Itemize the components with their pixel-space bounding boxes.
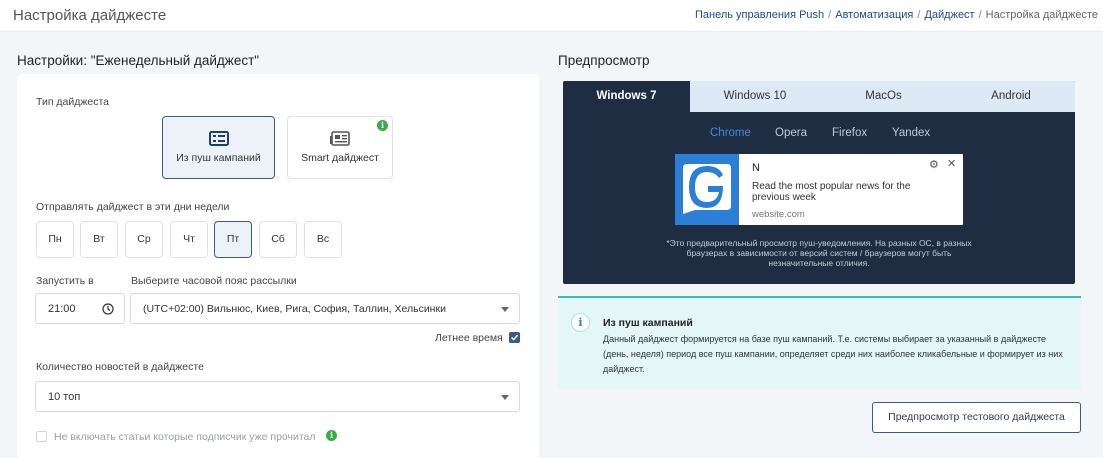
day-button-tue[interactable]: Вт (80, 221, 118, 258)
digest-type-label-push: Из пуш кампаний (176, 152, 261, 164)
newspaper-icon (330, 131, 350, 146)
settings-card: Тип дайджеста Из пуш кампаний Smart дайд… (17, 74, 539, 458)
notification-site: website.com (752, 209, 805, 220)
digest-type-label: Тип дайджеста (36, 96, 110, 108)
breadcrumb-item-dashboard[interactable]: Панель управления Push (695, 9, 824, 21)
list-icon (208, 131, 229, 146)
day-button-thu[interactable]: Чт (170, 221, 208, 258)
news-count-value: 10 топ (48, 391, 81, 403)
page-title: Настройка дайджесте (13, 7, 167, 24)
start-time-input[interactable]: 21:00 (35, 293, 125, 324)
digest-type-smart[interactable]: Smart дайджест i (287, 116, 393, 179)
timezone-value: (UTC+02:00) Вильнюс, Киев, Рига, София, … (143, 303, 446, 315)
tab-android[interactable]: Android (947, 81, 1075, 112)
os-tabs: Windows 7 Windows 10 MacOs Android (563, 81, 1075, 112)
logo-icon (683, 164, 731, 214)
chevron-down-icon (501, 395, 509, 400)
tab-windows-10[interactable]: Windows 10 (690, 81, 820, 112)
settings-title: Настройки: "Еженедельный дайджест" (17, 53, 260, 68)
info-title: Из пуш кампаний (603, 317, 693, 329)
notification-title: N (752, 162, 760, 174)
tab-windows-7[interactable]: Windows 7 (563, 81, 690, 112)
gear-icon[interactable]: ⚙ (929, 158, 939, 171)
tab-yandex[interactable]: Yandex (892, 127, 930, 139)
day-button-sun[interactable]: Вс (304, 221, 342, 258)
breadcrumb-separator: / (978, 9, 982, 21)
notification-body: Read the most popular news for the previ… (752, 181, 911, 203)
timezone-label: Выберите часовой пояс рассылки (131, 275, 297, 287)
exclude-read-checkbox[interactable] (36, 431, 47, 442)
preview-test-digest-button[interactable]: Предпросмотр тестового дайджеста (872, 402, 1081, 433)
digest-type-push-campaigns[interactable]: Из пуш кампаний (162, 116, 275, 179)
preview-title: Предпросмотр (558, 53, 650, 68)
breadcrumb-item-digest[interactable]: Дайджест (924, 9, 974, 21)
clock-icon (102, 303, 114, 315)
info-icon[interactable]: i (326, 430, 337, 441)
info-box: i Из пуш кампаний Данный дайджест формир… (558, 296, 1081, 389)
site-logo (675, 154, 739, 225)
close-icon[interactable]: ✕ (947, 157, 956, 170)
breadcrumb-separator: / (917, 9, 921, 21)
news-count-label: Количество новостей в дайджесте (36, 361, 204, 373)
info-icon: i (571, 313, 590, 332)
breadcrumb-current: Настройка дайджесте (985, 9, 1098, 21)
summer-time-label: Летнее время (435, 332, 503, 344)
info-icon[interactable]: i (377, 120, 388, 131)
day-button-fri[interactable]: Пт (214, 221, 252, 258)
preview-panel: Windows 7 Windows 10 MacOs Android Chrom… (563, 81, 1075, 284)
news-count-select[interactable]: 10 топ (35, 381, 520, 412)
breadcrumb-item-automation[interactable]: Автоматизация (835, 9, 913, 21)
day-button-wed[interactable]: Ср (125, 221, 163, 258)
check-icon (510, 334, 519, 341)
day-button-mon[interactable]: Пн (36, 221, 74, 258)
preview-note: *Это предварительный просмотр пуш-уведом… (666, 238, 972, 268)
tab-opera[interactable]: Opera (775, 127, 807, 139)
day-button-sat[interactable]: Сб (259, 221, 297, 258)
info-text: Данный дайджест формируется на базе пуш … (603, 334, 1063, 374)
start-time-value: 21:00 (48, 303, 76, 315)
tab-macos[interactable]: MacOs (820, 81, 947, 112)
chevron-down-icon (501, 307, 509, 312)
top-bar: Настройка дайджесте Панель управления Pu… (0, 0, 1103, 32)
push-notification-preview: N Read the most popular news for the pre… (675, 154, 963, 225)
breadcrumb: Панель управления Push / Автоматизация / Дай… (695, 9, 1098, 21)
breadcrumb-separator: / (828, 9, 832, 21)
digest-type-label-smart: Smart дайджест (301, 152, 379, 164)
start-time-label: Запустить в (36, 275, 94, 287)
tab-firefox[interactable]: Firefox (832, 127, 867, 139)
tab-chrome[interactable]: Chrome (710, 127, 751, 139)
summer-time-checkbox[interactable] (509, 332, 520, 343)
exclude-read-label: Не включать статьи которые подписчик уже… (54, 431, 316, 443)
days-label: Отправлять дайджест в эти дни недели (36, 201, 230, 213)
timezone-select[interactable]: (UTC+02:00) Вильнюс, Киев, Рига, София, … (130, 293, 520, 324)
